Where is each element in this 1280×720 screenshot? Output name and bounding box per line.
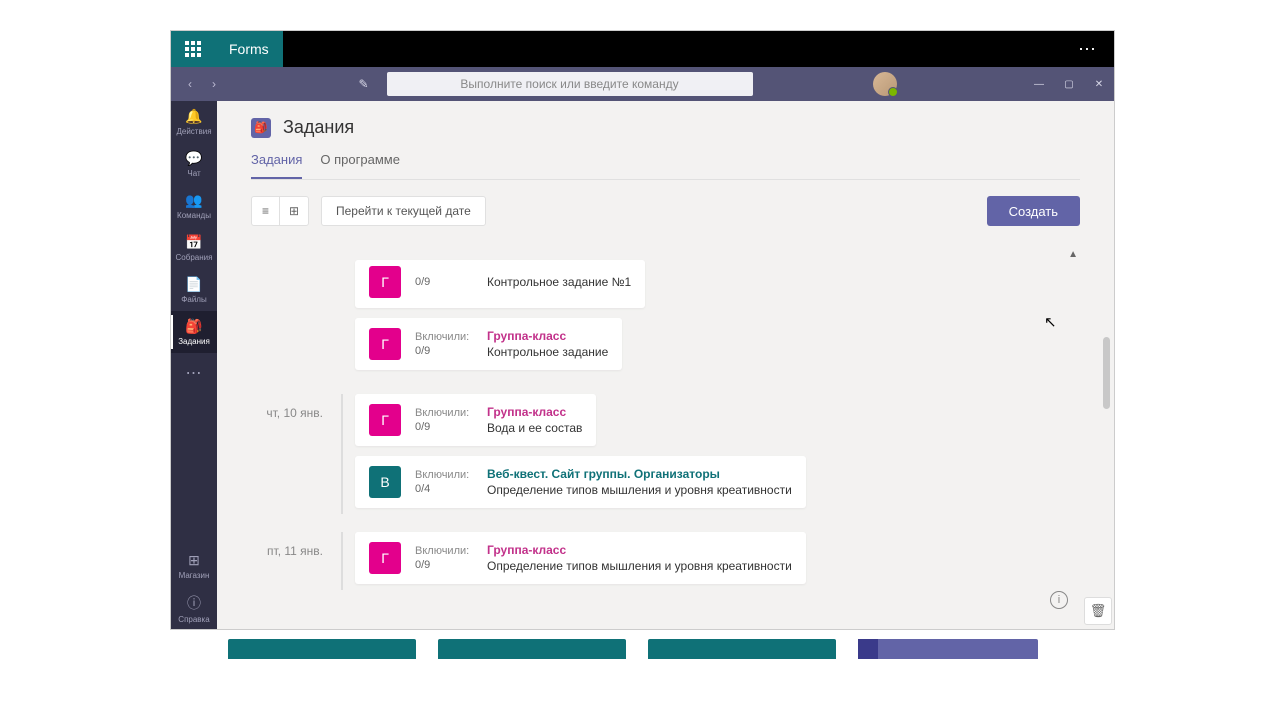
help-icon: ⓘ xyxy=(187,593,201,613)
rail-more-icon[interactable]: ⋯ xyxy=(186,353,203,393)
app-launcher-icon[interactable] xyxy=(171,31,215,67)
group-name: Группа-класс xyxy=(487,543,792,557)
team-avatar: Г xyxy=(369,542,401,574)
rail-teams[interactable]: 👥Команды xyxy=(171,185,217,227)
group-name: Веб-квест. Сайт группы. Организаторы xyxy=(487,467,792,481)
bottom-card[interactable] xyxy=(438,639,626,659)
user-avatar[interactable] xyxy=(873,72,897,96)
suite-more-icon[interactable]: ⋯ xyxy=(1062,39,1114,60)
included-label: Включили: xyxy=(415,545,473,557)
rail-activity[interactable]: 🔔Действия xyxy=(171,101,217,143)
info-icon[interactable]: i xyxy=(1050,591,1068,609)
window-close-icon[interactable]: ✕ xyxy=(1084,67,1114,101)
office-suite-bar: Forms ⋯ xyxy=(171,31,1114,67)
trash-icon[interactable]: 🗑 xyxy=(1084,597,1112,625)
search-input[interactable]: Выполните поиск или введите команду xyxy=(387,72,753,96)
jump-to-today-button[interactable]: Перейти к текущей дате xyxy=(321,196,486,226)
included-label: Включили: xyxy=(415,469,473,481)
assignment-title: Контрольное задание xyxy=(487,345,608,359)
bell-icon: 🔔 xyxy=(185,108,202,125)
date-label: чт, 10 янв. xyxy=(251,394,323,420)
teams-title-bar: ‹ › ✎ Выполните поиск или введите команд… xyxy=(171,67,1114,101)
content-tabs: Задания О программе xyxy=(251,152,1080,180)
rail-meetings[interactable]: 📅Собрания xyxy=(171,227,217,269)
assignment-card[interactable]: Г 0/9 Контрольное задание №1 xyxy=(355,260,645,308)
calendar-icon: 📅 xyxy=(185,234,202,251)
toolbar: ≡ ⊞ Перейти к текущей дате Создать xyxy=(217,180,1114,242)
assignment-card[interactable]: Г Включили: 0/9 Группа-класс Контрольное з… xyxy=(355,318,622,370)
included-label: Включили: xyxy=(415,331,473,343)
assignment-title: Контрольное задание №1 xyxy=(487,275,631,289)
date-label xyxy=(251,260,323,272)
assignment-title: Вода и ее состав xyxy=(487,421,582,435)
create-button[interactable]: Создать xyxy=(987,196,1080,226)
assignment-card[interactable]: В Включили: 0/4 Веб-квест. Сайт группы. О… xyxy=(355,456,806,508)
grid-view-icon[interactable]: ⊞ xyxy=(280,197,308,225)
rail-files[interactable]: 📄Файлы xyxy=(171,269,217,311)
rail-store[interactable]: ⊞Магазин xyxy=(171,545,217,587)
assignment-card[interactable]: Г Включили: 0/9 Группа-класс Определение т… xyxy=(355,532,806,584)
team-avatar: Г xyxy=(369,266,401,298)
group-name: Группа-класс xyxy=(487,405,582,419)
assignment-card[interactable]: Г Включили: 0/9 Группа-класс Вода и ее сос… xyxy=(355,394,596,446)
bottom-cards-strip xyxy=(228,639,1038,659)
team-avatar: Г xyxy=(369,328,401,360)
team-avatar: В xyxy=(369,466,401,498)
bottom-card[interactable] xyxy=(648,639,836,659)
rail-chat[interactable]: 💬Чат xyxy=(171,143,217,185)
progress-count: 0/9 xyxy=(415,559,473,571)
date-label: пт, 11 янв. xyxy=(251,532,323,558)
nav-back-icon[interactable]: ‹ xyxy=(179,73,201,95)
group-name: Группа-класс xyxy=(487,329,608,343)
chat-icon: 💬 xyxy=(185,150,202,167)
progress-count: 0/9 xyxy=(415,421,473,433)
compose-icon[interactable]: ✎ xyxy=(353,73,375,95)
store-icon: ⊞ xyxy=(188,552,200,569)
rail-assignments[interactable]: 🎒Задания xyxy=(171,311,217,353)
progress-count: 0/9 xyxy=(415,276,473,288)
app-window: Forms ⋯ ‹ › ✎ Выполните поиск или введит… xyxy=(170,30,1115,630)
teams-icon: 👥 xyxy=(185,192,202,209)
content-area: 🎒 Задания Задания О программе ≡ ⊞ Перейт… xyxy=(217,67,1114,629)
search-placeholder: Выполните поиск или введите команду xyxy=(460,77,678,91)
assignment-title: Определение типов мышления и уровня креа… xyxy=(487,483,792,497)
progress-count: 0/9 xyxy=(415,345,473,357)
forms-brand-label[interactable]: Forms xyxy=(215,31,283,67)
window-maximize-icon[interactable]: ▢ xyxy=(1054,67,1084,101)
rail-help[interactable]: ⓘСправка xyxy=(171,587,217,629)
page-title: Задания xyxy=(283,117,354,138)
window-minimize-icon[interactable]: — xyxy=(1024,67,1054,101)
included-label: Включили: xyxy=(415,407,473,419)
tab-assignments[interactable]: Задания xyxy=(251,152,302,179)
assignments-app-icon: 🎒 xyxy=(251,118,271,138)
list-view-icon[interactable]: ≡ xyxy=(252,197,280,225)
team-avatar: Г xyxy=(369,404,401,436)
assignment-title: Определение типов мышления и уровня креа… xyxy=(487,559,792,573)
progress-count: 0/4 xyxy=(415,483,473,495)
files-icon: 📄 xyxy=(185,276,202,293)
assignments-icon: 🎒 xyxy=(185,318,202,335)
scrollbar-thumb[interactable] xyxy=(1103,337,1110,409)
left-nav-rail: 🔔Действия 💬Чат 👥Команды 📅Собрания 📄Файлы… xyxy=(171,67,217,629)
bottom-card[interactable] xyxy=(228,639,416,659)
tab-about[interactable]: О программе xyxy=(320,152,400,179)
bottom-card[interactable] xyxy=(858,639,1038,659)
assignments-list: Г 0/9 Контрольное задание №1 Г Включили:… xyxy=(217,242,1114,610)
nav-forward-icon[interactable]: › xyxy=(203,73,225,95)
